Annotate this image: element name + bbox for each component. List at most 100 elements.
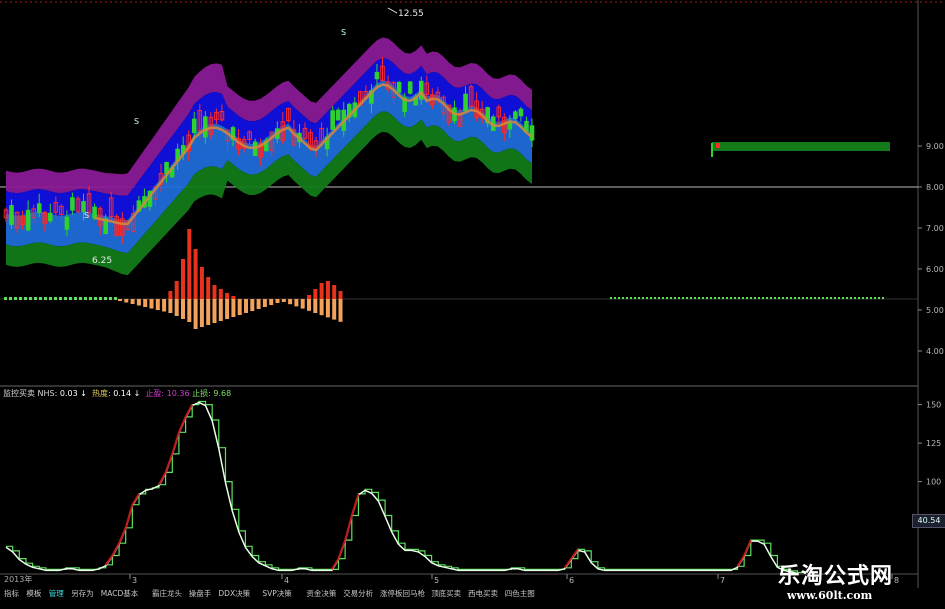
tab-14[interactable]: 四色主图 <box>505 588 535 600</box>
osc-rising-segment <box>563 558 573 569</box>
hist-bar-negative <box>124 299 129 303</box>
osc-rising-segment <box>184 404 194 418</box>
hist-bar-positive <box>332 285 337 299</box>
signal-dot <box>114 297 117 300</box>
candle-body <box>203 116 208 138</box>
tab-1[interactable]: 模板 <box>26 588 41 600</box>
chart-window: { "main_panel": { "type": "candlestick",… <box>0 0 945 609</box>
signal-dot <box>4 297 7 300</box>
tab-9[interactable]: 资金决策 <box>306 588 336 600</box>
right-candle <box>716 143 720 148</box>
hist-bar-positive <box>218 289 223 299</box>
x-tick-label: 7 <box>720 576 725 585</box>
y-tick-label: 150 <box>926 401 941 410</box>
x-tick-label: 3 <box>132 576 137 585</box>
signal-dot <box>770 297 772 299</box>
y-tick-label: 125 <box>926 439 941 448</box>
hist-bar-negative <box>237 299 242 315</box>
signal-dot <box>750 297 752 299</box>
hist-bar-negative <box>174 299 179 316</box>
signal-dot <box>614 297 616 299</box>
signal-dot <box>698 297 700 299</box>
tab-5[interactable]: 霸庄龙头 <box>152 588 182 600</box>
take-profit-value: 10.36 <box>166 389 190 398</box>
signal-dot <box>806 297 808 299</box>
tab-4[interactable]: MACD基本 <box>101 588 138 600</box>
signal-dot <box>626 297 628 299</box>
signal-dot <box>104 297 107 300</box>
signal-dot <box>862 297 864 299</box>
hist-bar-negative <box>225 299 230 319</box>
hist-bar-negative <box>338 299 343 322</box>
y-tick-label: 100 <box>926 478 941 487</box>
osc-rising-segment <box>330 558 340 570</box>
candle-body <box>396 81 402 93</box>
osc-rising-segment <box>104 554 114 566</box>
signal-dot <box>618 297 620 299</box>
watermark-url: www.60lt.com <box>787 589 873 602</box>
signal-dot <box>798 297 800 299</box>
y-tick-label: 5.00 <box>926 306 944 315</box>
hist-bar-positive <box>313 289 318 299</box>
tab-6[interactable]: 操盘手 <box>189 588 212 600</box>
candle-body <box>92 206 97 219</box>
right-band <box>712 142 890 151</box>
tab-2[interactable]: 管理 <box>49 588 64 600</box>
signal-dot <box>830 297 832 299</box>
right-price-segment <box>711 142 890 157</box>
signal-dot <box>678 297 680 299</box>
tab-0[interactable]: 指标 <box>4 588 19 600</box>
hist-bar-negative <box>325 299 330 318</box>
x-tick-label: 4 <box>284 576 289 585</box>
hist-bar-negative <box>281 299 286 302</box>
signal-dot <box>878 297 880 299</box>
s-marker: S <box>134 117 139 126</box>
stop-loss-value: 9.68 <box>213 389 232 398</box>
hist-bar-negative <box>155 299 160 310</box>
hist-bar-negative <box>313 299 318 313</box>
signal-dot <box>882 297 884 299</box>
osc-rising-segment <box>111 542 120 556</box>
take-profit-label: 止盈: <box>145 389 165 398</box>
hist-bar-negative <box>300 299 305 309</box>
tab-12[interactable]: 顶底买卖 <box>431 588 461 600</box>
low-price-label: 6.25 <box>92 256 112 266</box>
signal-dot <box>658 297 660 299</box>
osc-rising-segment <box>337 539 347 559</box>
hist-bar-positive <box>187 229 192 299</box>
signal-dot <box>766 297 768 299</box>
signal-dot <box>850 297 852 299</box>
signal-dot <box>29 297 32 300</box>
signal-dot <box>666 297 668 299</box>
year-label: 2013年 <box>4 575 33 584</box>
signal-dot <box>109 297 112 300</box>
candle-body <box>335 109 341 121</box>
tab-3[interactable]: 另存为 <box>71 588 94 600</box>
hist-bar-negative <box>162 299 167 312</box>
hist-bar-negative <box>143 299 148 307</box>
candle-body <box>513 111 518 119</box>
y-tick-label: 9.00 <box>926 142 944 151</box>
candle-body <box>407 81 413 94</box>
hist-bar-negative <box>250 299 255 311</box>
signal-dot <box>54 297 57 300</box>
signal-dot <box>774 297 776 299</box>
osc-rising-segment <box>164 453 174 473</box>
signal-dot <box>730 297 732 299</box>
signal-dots-left <box>4 297 117 300</box>
tab-8[interactable]: SVP决策 <box>262 588 291 600</box>
tab-11[interactable]: 涨停板回马枪 <box>380 588 425 600</box>
tab-10[interactable]: 交易分析 <box>343 588 373 600</box>
tab-7[interactable]: DDX决策 <box>218 588 250 600</box>
signal-dot <box>34 297 37 300</box>
tab-13[interactable]: 西电买卖 <box>468 588 498 600</box>
hist-bar-negative <box>319 299 324 316</box>
signal-dot <box>9 297 12 300</box>
hist-bar-negative <box>181 299 185 319</box>
signal-dot <box>790 297 792 299</box>
candle-body <box>191 118 197 133</box>
candle-body <box>25 209 31 231</box>
hist-bar-positive <box>212 285 217 299</box>
signal-dot <box>686 297 688 299</box>
y-tick-label: 7.00 <box>926 224 944 233</box>
